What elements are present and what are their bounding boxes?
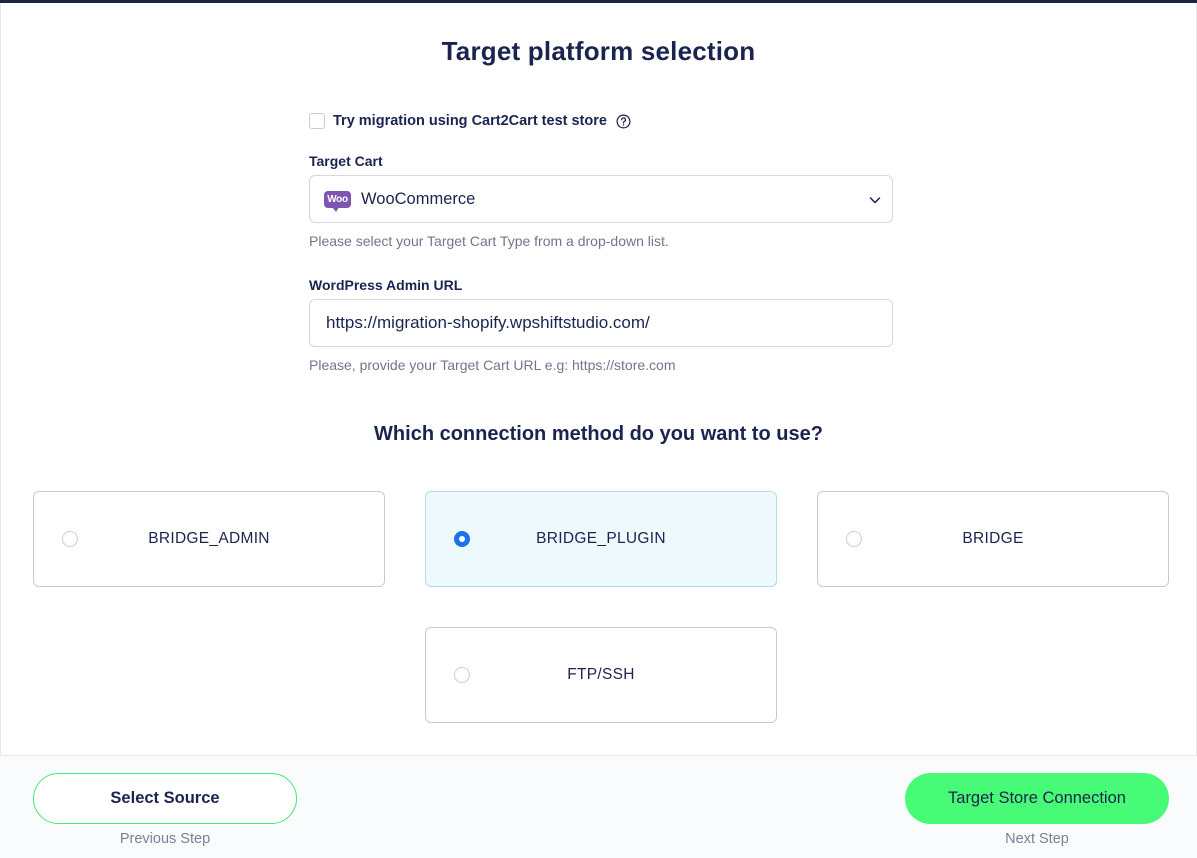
target-cart-label: Target Cart: [309, 153, 383, 169]
next-step-hint: Next Step: [1005, 831, 1069, 847]
test-store-label[interactable]: Try migration using Cart2Cart test store: [333, 113, 607, 129]
connection-option-bridge-plugin[interactable]: BRIDGE_PLUGIN: [425, 491, 777, 587]
target-store-connection-button[interactable]: Target Store Connection: [905, 773, 1169, 824]
admin-url-hint: Please, provide your Target Cart URL e.g…: [309, 357, 676, 373]
target-cart-select[interactable]: Woo WooCommerce: [309, 175, 893, 223]
help-icon[interactable]: [616, 114, 631, 129]
connection-option-ftp-ssh[interactable]: FTP/SSH: [425, 627, 777, 723]
admin-url-label: WordPress Admin URL: [309, 277, 463, 293]
target-cart-value: WooCommerce: [361, 189, 476, 208]
option-label: BRIDGE_ADMIN: [148, 530, 270, 547]
option-label: BRIDGE_PLUGIN: [536, 530, 666, 547]
target-cart-hint: Please select your Target Cart Type from…: [309, 233, 669, 249]
radio-bridge[interactable]: [846, 531, 862, 547]
connection-method-title: Which connection method do you want to u…: [374, 423, 823, 445]
connection-option-bridge[interactable]: BRIDGE: [817, 491, 1169, 587]
page-title: Target platform selection: [441, 36, 756, 66]
chevron-down-icon: [868, 193, 882, 207]
woocommerce-logo-icon: Woo: [324, 190, 351, 212]
radio-ftp-ssh[interactable]: [454, 667, 470, 683]
radio-bridge-plugin[interactable]: [454, 531, 470, 547]
option-label: FTP/SSH: [567, 666, 635, 683]
select-source-button[interactable]: Select Source: [33, 773, 297, 824]
previous-step-hint: Previous Step: [119, 831, 211, 847]
option-label: BRIDGE: [962, 530, 1024, 547]
connection-option-bridge-admin[interactable]: BRIDGE_ADMIN: [33, 491, 385, 587]
admin-url-input[interactable]: [309, 299, 893, 347]
test-store-checkbox[interactable]: [309, 113, 325, 129]
test-store-row[interactable]: Try migration using Cart2Cart test store: [309, 112, 631, 130]
radio-bridge-admin[interactable]: [62, 531, 78, 547]
